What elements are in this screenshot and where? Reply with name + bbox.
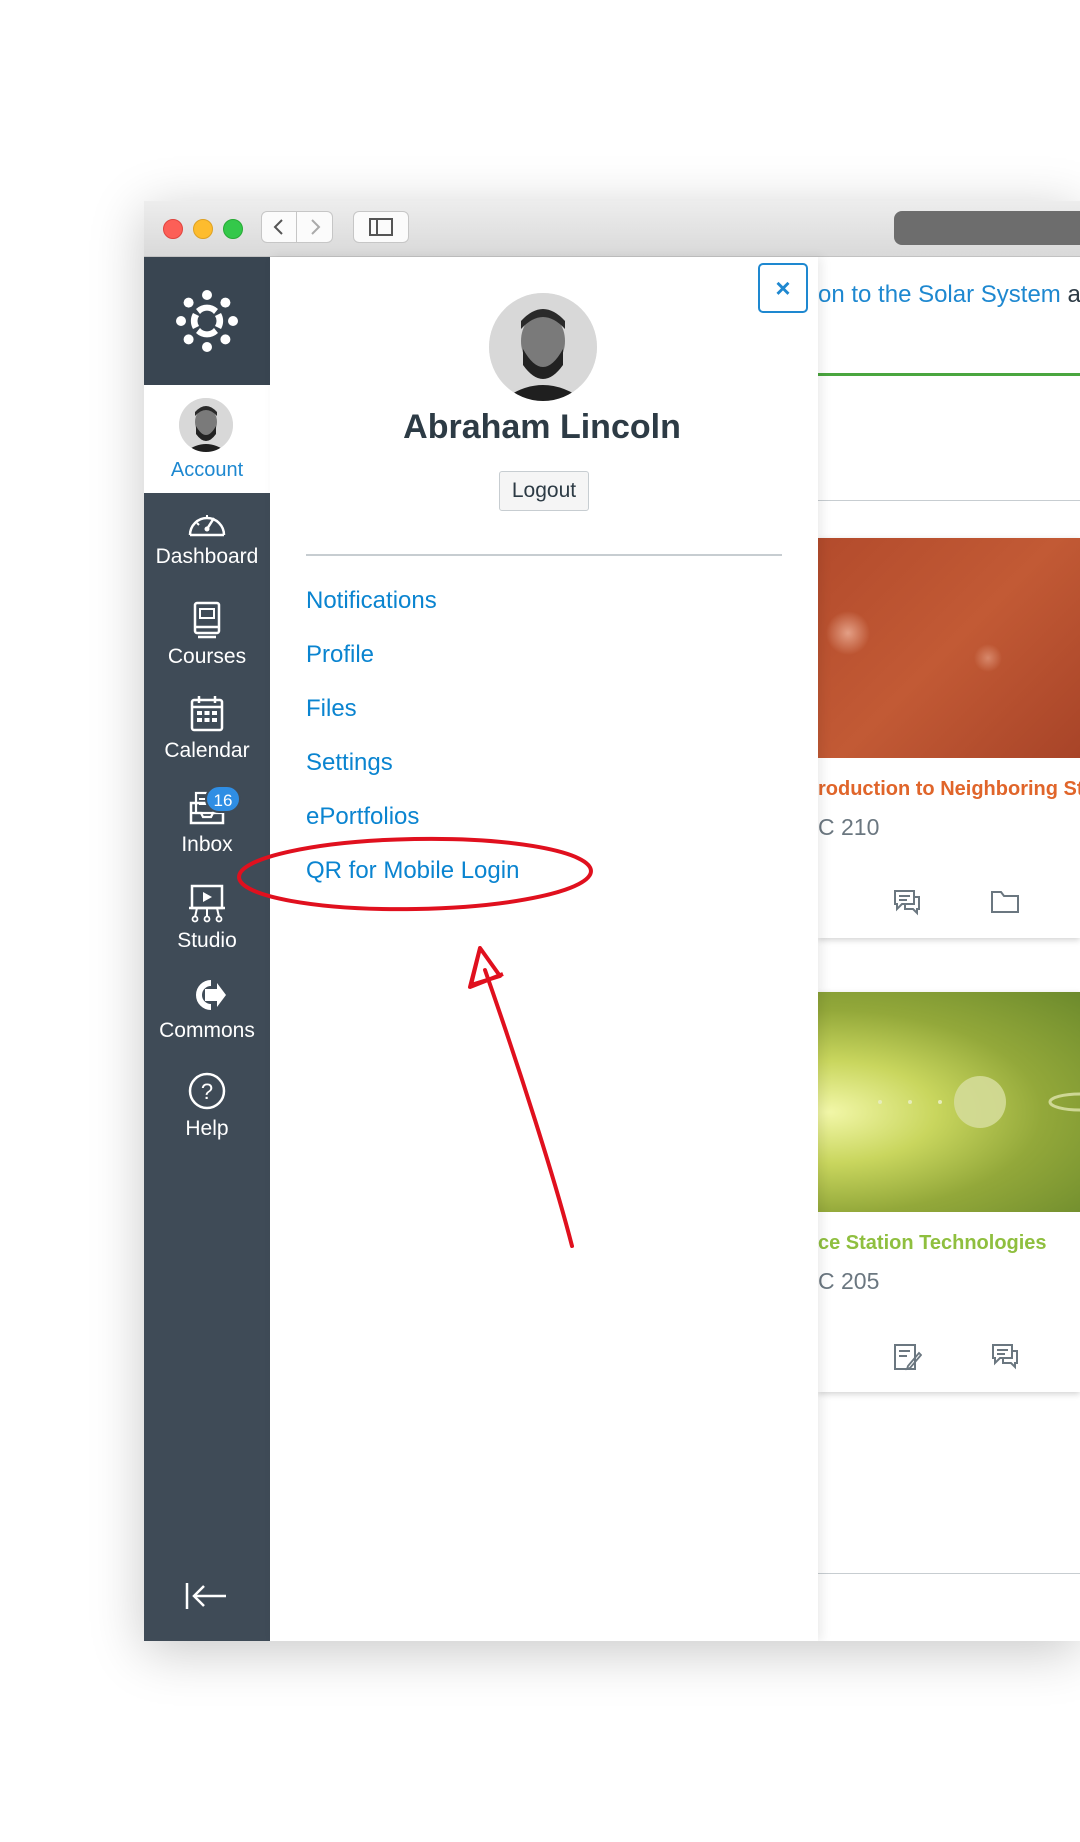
nav-item-account[interactable]: Account [144,385,270,493]
course-card-image [818,538,1080,758]
nav-item-calendar[interactable]: Calendar [144,683,270,777]
forward-button[interactable] [297,211,333,243]
files-link[interactable]: Files [306,695,357,722]
nav-item-studio[interactable]: Studio [144,871,270,965]
nav-label-inbox: Inbox [181,833,233,856]
course-card[interactable]: roduction to Neighboring Sta C 210 [818,538,1080,938]
folder-icon[interactable] [990,888,1020,914]
nav-label-account: Account [170,459,244,481]
nav-label-studio: Studio [177,929,237,952]
global-navigation: Account Dashboard Courses Calendar 16 In… [144,257,270,1641]
account-avatar [179,398,233,452]
course-card-code: C 205 [818,1268,880,1294]
chevron-right-icon [310,219,320,235]
nav-item-inbox[interactable]: 16 Inbox [144,777,270,871]
portrait-icon [179,398,233,452]
logout-button[interactable]: Logout [499,471,589,511]
settings-link[interactable]: Settings [306,749,393,776]
calendar-icon [190,696,224,732]
planet-illustration [878,1076,1080,1128]
portrait-icon [489,293,597,401]
assignments-icon[interactable] [892,1342,922,1372]
account-tray: Abraham Lincoln Logout Notifications Pro… [270,257,818,1641]
sidebar-icon [369,218,393,236]
address-bar[interactable] [894,211,1080,245]
section-divider [818,1573,1080,1574]
close-tray-button[interactable]: × [758,263,808,313]
banner-text: on to the Solar System as a [818,281,1080,308]
minimize-window-button[interactable] [193,219,213,239]
back-button[interactable] [261,211,297,243]
zoom-window-button[interactable] [223,219,243,239]
nav-label-dashboard: Dashboard [155,545,259,568]
nav-label-courses: Courses [167,645,247,668]
qr-mobile-login-link[interactable]: QR for Mobile Login [306,857,519,884]
nav-item-commons[interactable]: Commons [144,965,270,1059]
account-links: Notifications Profile Files Settings ePo… [306,587,519,911]
sidebar-toggle-button[interactable] [353,211,409,243]
close-icon: × [775,272,791,303]
discussions-icon[interactable] [892,888,922,916]
svg-text:?: ? [201,1079,213,1104]
book-icon [193,601,221,639]
commons-icon [196,980,226,1010]
nav-item-help[interactable]: ? Help [144,1059,270,1153]
course-card[interactable]: ce Station Technologies C 205 [818,992,1080,1392]
collapse-arrow-icon [185,1583,226,1609]
collapse-nav-button[interactable] [184,1581,228,1616]
course-card-image [818,992,1080,1212]
banner-course-link[interactable]: on to the Solar System [818,281,1061,308]
dashboard-icon [188,515,226,537]
user-avatar [489,293,597,401]
user-name: Abraham Lincoln [403,408,681,446]
nav-label-calendar: Calendar [164,739,250,762]
section-divider [818,500,1080,501]
canvas-logo[interactable] [144,257,270,385]
nav-label-help: Help [185,1117,229,1140]
browser-window: Account Dashboard Courses Calendar 16 In… [144,201,1080,1641]
notifications-link[interactable]: Notifications [306,587,437,614]
close-window-button[interactable] [163,219,183,239]
inbox-unread-badge: 16 [205,785,241,813]
course-banner: on to the Solar System as a [818,257,1080,376]
nav-item-dashboard[interactable]: Dashboard [144,495,270,589]
window-titlebar [144,201,1080,257]
dashboard-content: on to the Solar System as a roduction to… [818,257,1080,1641]
studio-icon [189,884,225,923]
discussions-icon[interactable] [990,1342,1020,1370]
course-card-title[interactable]: ce Station Technologies [818,1232,1047,1255]
canvas-logo-icon [176,290,238,352]
help-icon: ? [188,1072,226,1110]
eportfolios-link[interactable]: ePortfolios [306,803,419,830]
profile-link[interactable]: Profile [306,641,374,668]
course-card-code: C 210 [818,814,880,840]
chevron-left-icon [273,219,283,235]
nav-label-commons: Commons [159,1019,255,1042]
course-card-title[interactable]: roduction to Neighboring Sta [818,778,1080,801]
tray-divider [306,554,782,556]
nav-item-courses[interactable]: Courses [144,589,270,683]
